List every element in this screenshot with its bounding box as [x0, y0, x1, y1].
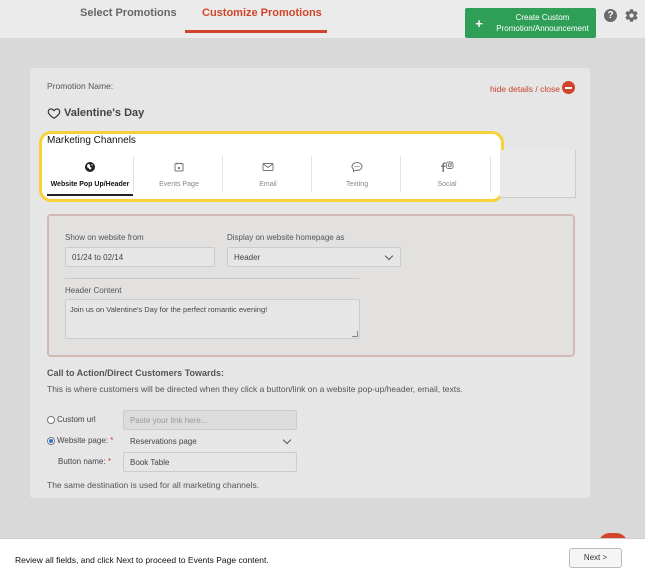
channel-tab-events-page[interactable]: Events Page: [135, 150, 223, 196]
hide-details-link[interactable]: hide details / close: [490, 84, 560, 94]
custom-url-input[interactable]: Paste your link here...: [123, 410, 297, 430]
plus-icon: +: [475, 15, 483, 31]
button-name-input[interactable]: Book Table: [123, 452, 297, 472]
footer-instructions: Review all fields, and click Next to pro…: [15, 555, 269, 565]
tab-select-promotions[interactable]: Select Promotions: [80, 7, 177, 19]
heart-icon: [47, 108, 61, 119]
channel-tab-social[interactable]: Social: [403, 150, 491, 196]
channel-label-email: Email: [259, 181, 277, 188]
display-as-select[interactable]: Header: [227, 247, 401, 267]
show-on-website-label: Show on website from: [65, 233, 144, 242]
channel-label-social: Social: [437, 181, 457, 188]
website-page-radio[interactable]: [47, 437, 55, 445]
chevron-down-icon: [282, 435, 292, 445]
help-icon[interactable]: ?: [604, 9, 617, 22]
envelope-icon: [262, 163, 274, 171]
date-range-input[interactable]: 01/24 to 02/14: [65, 247, 215, 267]
active-channel-indicator: [47, 194, 133, 196]
custom-url-radio[interactable]: [47, 416, 55, 424]
chevron-down-icon: [384, 251, 394, 261]
close-minus-icon[interactable]: [562, 81, 575, 94]
channel-tab-email[interactable]: Email: [224, 150, 312, 196]
website-page-select[interactable]: Reservations page: [123, 431, 297, 451]
channel-label-events-page: Events Page: [159, 181, 199, 188]
header-content-textarea[interactable]: Join us on Valentine's Day for the perfe…: [65, 299, 360, 339]
globe-icon: [85, 162, 95, 172]
gear-icon[interactable]: [624, 8, 639, 23]
display-as-value: Header: [234, 253, 261, 262]
header-content-label: Header Content: [65, 286, 122, 295]
create-button-label-line2: Promotion/Announcement: [496, 24, 589, 33]
tab-customize-promotions[interactable]: Customize Promotions: [202, 7, 322, 19]
channel-tab-texting[interactable]: Texting: [313, 150, 401, 196]
channel-label-texting: Texting: [345, 181, 369, 188]
destination-note: The same destination is used for all mar…: [47, 480, 260, 490]
display-as-label: Display on website homepage as: [227, 233, 345, 242]
calendar-icon: [174, 162, 184, 172]
active-tab-indicator: [185, 30, 327, 33]
divider: [65, 278, 359, 279]
promotion-name-label: Promotion Name:: [47, 81, 114, 91]
custom-url-label: Custom url: [57, 415, 96, 424]
cta-description: This is where customers will be directed…: [47, 384, 463, 394]
website-page-label: Website page: *: [57, 436, 114, 445]
create-button-label-line1: Create Custom: [515, 13, 570, 22]
resize-handle-icon[interactable]: [352, 331, 358, 337]
required-mark: *: [107, 457, 111, 466]
next-button[interactable]: Next >: [569, 548, 622, 568]
create-custom-promotion-button[interactable]: + Create Custom Promotion/Announcement: [465, 8, 596, 38]
channel-label-website: Website Pop Up/Header: [50, 181, 130, 188]
button-name-label: Button name: *: [58, 457, 111, 466]
required-mark: *: [110, 436, 114, 445]
promotion-name: Valentine's Day: [64, 107, 145, 119]
marketing-channels-title: Marketing Channels: [47, 135, 136, 146]
channels-bar-extension: [500, 150, 576, 198]
website-page-value: Reservations page: [130, 437, 197, 446]
cta-title: Call to Action/Direct Customers Towards:: [47, 368, 225, 378]
chat-bubble-icon: [351, 161, 363, 173]
channel-tab-website[interactable]: Website Pop Up/Header: [46, 150, 134, 196]
facebook-instagram-icon: [441, 161, 454, 172]
